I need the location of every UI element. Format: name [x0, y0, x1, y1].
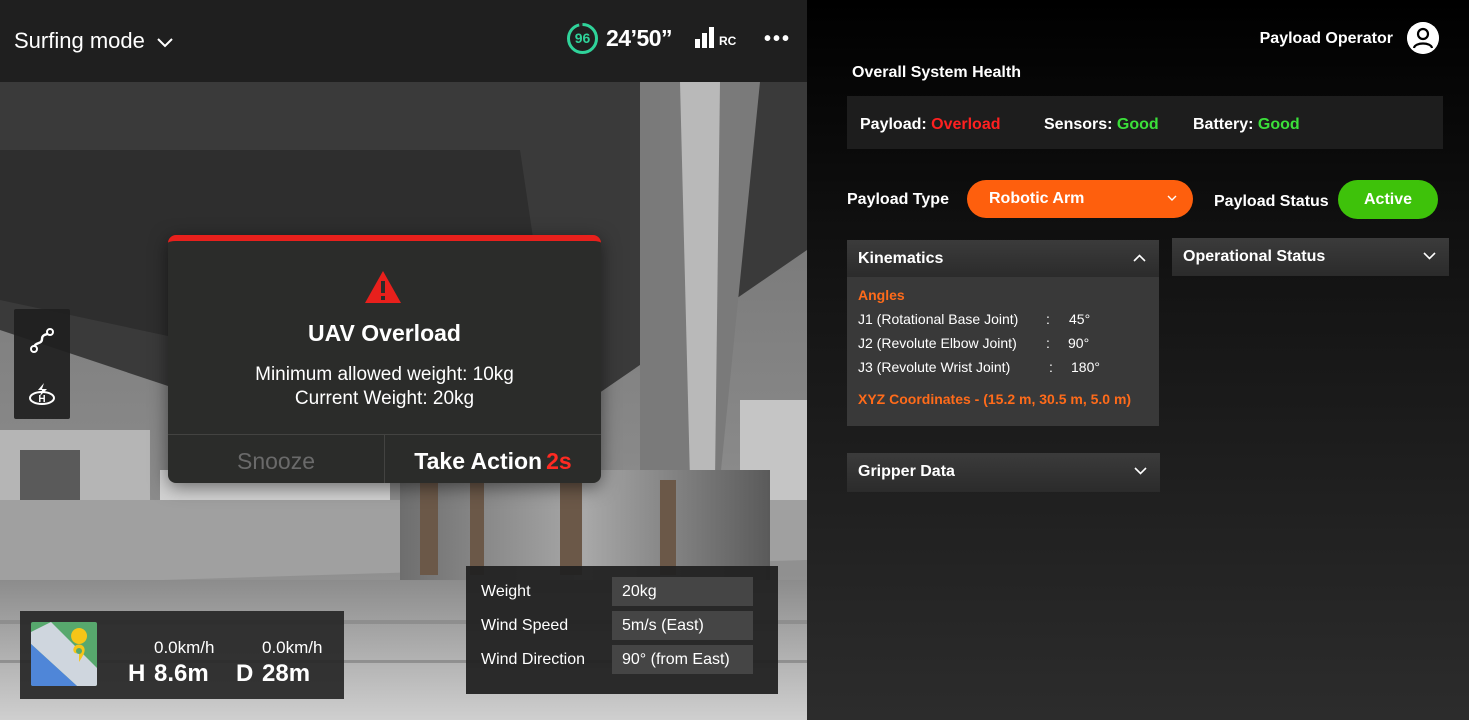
- joint-separator: :: [1046, 311, 1050, 327]
- joint-row: J3 (Revolute Wrist Joint): [858, 359, 1010, 375]
- angles-heading: Angles: [858, 287, 905, 303]
- height-value: 8.6m: [154, 660, 209, 687]
- payload-status-badge: Active: [1338, 180, 1438, 219]
- health-status-bad: Overload: [931, 116, 1001, 133]
- map-distance-panel: 0.0km/h H 8.6m 0.0km/h D 28m: [20, 611, 344, 699]
- signal-bar: [709, 27, 714, 48]
- joint-name: J1 (Rotational Base Joint): [858, 311, 1019, 327]
- payload-type-value: Robotic Arm: [989, 190, 1085, 207]
- route-icon[interactable]: [28, 327, 56, 355]
- alert-actions: Snooze Take Action 2s: [168, 434, 601, 483]
- telemetry-row-wind-speed: Wind Speed 5m/s (East): [481, 611, 753, 640]
- health-battery: Battery: Good: [1193, 116, 1300, 134]
- health-sensors: Sensors: Good: [1044, 116, 1159, 134]
- chevron-down-icon: [1134, 467, 1147, 475]
- joint-row: J2 (Revolute Elbow Joint): [858, 335, 1017, 351]
- health-payload: Payload: Overload: [860, 116, 1001, 134]
- flight-time: 24’50”: [606, 25, 673, 51]
- health-status-good: Good: [1257, 116, 1300, 133]
- joint-row: J1 (Rotational Base Joint): [858, 311, 1018, 327]
- alert-message: Minimum allowed weight: 10kg Current Wei…: [168, 363, 601, 411]
- rc-label: RC: [719, 34, 737, 48]
- mode-label: Surfing mode: [14, 28, 145, 53]
- kinematics-accordion-header[interactable]: Kinematics: [847, 240, 1159, 277]
- payload-type-label: Payload Type: [847, 191, 949, 208]
- xyz-coordinates: XYZ Coordinates - (15.2 m, 30.5 m, 5.0 m…: [858, 391, 1132, 407]
- more-menu-button[interactable]: •••: [764, 28, 791, 51]
- warning-icon: [365, 271, 401, 303]
- top-status-bar: Surfing mode 96 24’50” RC •••: [0, 0, 807, 82]
- telemetry-value: 20kg: [612, 577, 753, 606]
- chevron-down-icon: [157, 38, 173, 48]
- distance-value: 28m: [262, 660, 311, 687]
- telemetry-row-wind-direction: Wind Direction 90° (from East): [481, 645, 753, 674]
- d-speed: 0.0km/h: [262, 638, 323, 657]
- health-status-good: Good: [1116, 116, 1159, 133]
- signal-bar: [695, 39, 700, 48]
- mode-selector[interactable]: Surfing mode: [14, 28, 173, 54]
- joint-value: 45°: [1069, 311, 1091, 327]
- camera-view: Surfing mode 96 24’50” RC ••• H UAV Over…: [0, 0, 807, 720]
- alert-min-weight: Minimum allowed weight: 10kg: [255, 364, 514, 385]
- joint-name: J2 (Revolute Elbow Joint): [858, 335, 1017, 351]
- countdown-timer: 2s: [546, 448, 572, 474]
- snooze-button[interactable]: Snooze: [168, 435, 385, 483]
- joint-separator: :: [1046, 335, 1050, 351]
- user-avatar-icon[interactable]: [1407, 22, 1439, 54]
- chevron-up-icon: [1133, 254, 1146, 262]
- operator-role: Payload Operator: [1259, 30, 1393, 47]
- health-label: Payload:: [860, 116, 927, 133]
- kinematics-title: Kinematics: [858, 250, 944, 267]
- battery-percent: 96: [574, 30, 591, 46]
- rc-signal: RC: [695, 27, 736, 48]
- joint-value: 180°: [1071, 359, 1100, 375]
- take-action-button[interactable]: Take Action 2s: [385, 435, 601, 483]
- overload-alert-dialog: UAV Overload Minimum allowed weight: 10k…: [168, 235, 601, 483]
- joint-separator: :: [1049, 359, 1053, 375]
- health-label: Sensors:: [1044, 116, 1113, 133]
- system-health-box: Payload: Overload Sensors: Good Battery:…: [847, 96, 1443, 149]
- take-action-label: Take Action: [414, 448, 543, 474]
- payload-status-label: Payload Status: [1214, 193, 1329, 210]
- telemetry-label: Wind Direction: [481, 651, 586, 668]
- health-label: Battery:: [1193, 116, 1254, 133]
- system-health-title: Overall System Health: [852, 64, 1021, 81]
- map-thumbnail[interactable]: [31, 622, 97, 686]
- telemetry-row-weight: Weight 20kg: [481, 577, 753, 606]
- joint-value: 90°: [1068, 335, 1090, 351]
- telemetry-label: Wind Speed: [481, 617, 569, 634]
- operational-status-accordion-header[interactable]: Operational Status: [1172, 238, 1449, 276]
- home-point-icon[interactable]: H: [28, 380, 56, 408]
- payload-panel: Payload Operator Overall System Health P…: [807, 0, 1469, 720]
- side-toolbar: H: [14, 309, 70, 419]
- h-speed: 0.0km/h: [154, 638, 215, 657]
- payload-type-select[interactable]: Robotic Arm: [967, 180, 1193, 218]
- operational-status-title: Operational Status: [1183, 248, 1326, 265]
- telemetry-panel: Weight 20kg Wind Speed 5m/s (East) Wind …: [466, 566, 778, 694]
- telemetry-value: 5m/s (East): [612, 611, 753, 640]
- d-label: D: [236, 660, 254, 687]
- chevron-down-icon: [1167, 195, 1177, 201]
- telemetry-value: 90° (from East): [612, 645, 753, 674]
- signal-bar: [702, 33, 707, 48]
- chevron-down-icon: [1423, 252, 1436, 260]
- telemetry-label: Weight: [481, 583, 531, 600]
- gripper-data-title: Gripper Data: [858, 463, 955, 480]
- alert-title: UAV Overload: [308, 320, 461, 346]
- kinematics-body: Angles J1 (Rotational Base Joint) : 45° …: [847, 277, 1159, 426]
- gripper-data-accordion-header[interactable]: Gripper Data: [847, 453, 1160, 492]
- joint-name: J3 (Revolute Wrist Joint): [858, 359, 1011, 375]
- svg-text:H: H: [38, 394, 45, 405]
- alert-current-weight: Current Weight: 20kg: [294, 388, 475, 409]
- h-label: H: [128, 660, 146, 687]
